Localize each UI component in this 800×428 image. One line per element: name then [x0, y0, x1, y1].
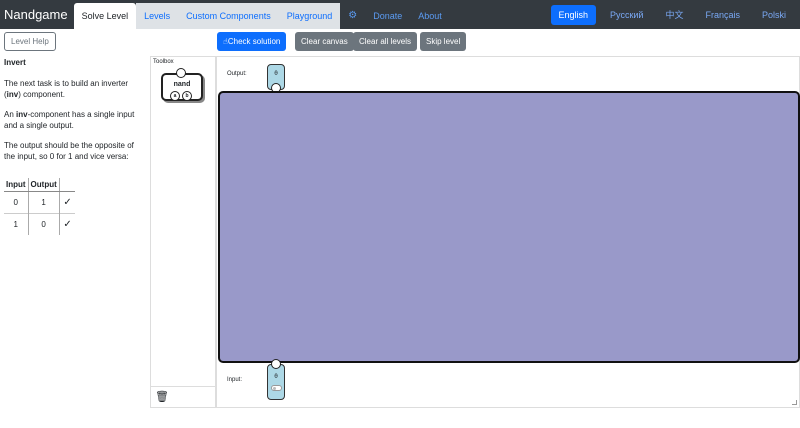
input-value: 0 [274, 373, 278, 380]
toggle-knob [273, 387, 276, 390]
trash-icon[interactable]: 🗑 [155, 390, 169, 403]
lang-french[interactable]: Français [697, 5, 748, 25]
instruction-paragraph-1: The next task is to build an inverter (i… [4, 79, 129, 99]
truth-header-input: Input [4, 178, 29, 192]
tab-solve-level[interactable]: Solve Level [73, 3, 137, 29]
tab-levels[interactable]: Levels [136, 3, 179, 29]
level-help-button[interactable]: Level Help [4, 32, 56, 51]
table-row: 1 0 ✓ [4, 213, 76, 235]
output-label: Output: [227, 71, 247, 77]
table-row: 0 1 ✓ [4, 191, 76, 214]
input-node[interactable]: 0 [267, 359, 285, 400]
input-label: Input: [227, 377, 243, 383]
clear-all-levels-button[interactable]: Clear all levels [353, 32, 418, 51]
tab-playground[interactable]: Playground [278, 3, 341, 29]
resize-handle[interactable] [792, 400, 797, 405]
gear-icon[interactable]: ⚙ [340, 3, 365, 29]
truth-table: Input Output 0 1 ✓ 1 0 ✓ [4, 178, 76, 235]
lang-english[interactable]: English [550, 4, 597, 25]
toolbox-label: Toolbox [153, 59, 174, 65]
input-toggle-switch[interactable] [271, 385, 282, 391]
check-icon: ✓ [59, 191, 76, 214]
circuit-board[interactable] [218, 91, 800, 363]
tab-custom-components[interactable]: Custom Components [178, 3, 279, 29]
check-icon: ✓ [59, 213, 76, 235]
nand-component[interactable]: nand a b [161, 68, 203, 101]
nav-donate[interactable]: Donate [365, 3, 411, 29]
top-navbar: Nandgame Solve Level Levels Custom Compo… [0, 0, 800, 29]
instruction-paragraph-2: An inv-component has a single input and … [4, 110, 135, 130]
brand-logo[interactable]: Nandgame [0, 0, 74, 29]
lang-chinese[interactable]: 中文 [657, 5, 691, 25]
nav-about[interactable]: About [410, 3, 450, 29]
truth-header-output: Output [28, 178, 60, 192]
output-node[interactable]: 0 [267, 64, 285, 93]
lang-polish[interactable]: Polski [754, 5, 794, 25]
level-title: Invert [4, 58, 26, 67]
toolbox-divider [151, 386, 215, 387]
instruction-paragraph-3: The output should be the opposite of the… [4, 141, 134, 161]
nand-label: nand [173, 81, 191, 88]
clear-canvas-button[interactable]: Clear canvas [295, 32, 354, 51]
circuit-canvas[interactable]: Output: 0 Input: 0 [216, 56, 800, 408]
skip-level-button[interactable]: Skip level [420, 32, 467, 51]
input-node-pin[interactable] [271, 359, 281, 369]
level-instructions: Invert The next task is to build an inve… [4, 57, 144, 171]
output-value: 0 [274, 70, 278, 77]
nand-input-pin-a[interactable]: a [170, 91, 180, 101]
toolbox-panel: Toolbox nand a b 🗑 [150, 56, 216, 408]
check-solution-button[interactable]: ☝Check solution [217, 32, 287, 51]
nand-output-pin[interactable] [176, 68, 186, 78]
lang-russian[interactable]: Русский [602, 5, 651, 25]
nand-input-pin-b[interactable]: b [182, 91, 192, 101]
